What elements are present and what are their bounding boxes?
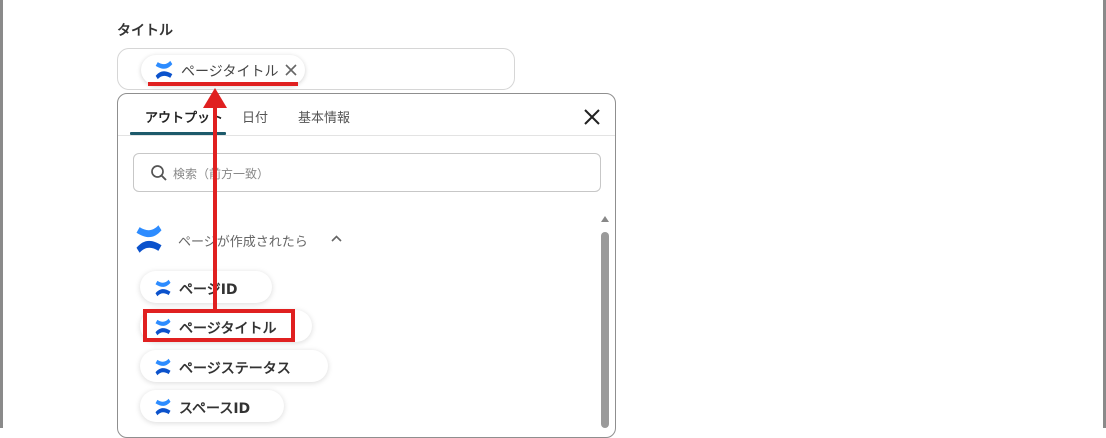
field-label-title: タイトル bbox=[117, 23, 173, 39]
tab-basic-info[interactable]: 基本情報 bbox=[298, 107, 350, 126]
left-border bbox=[0, 0, 3, 428]
scroll-up-icon[interactable] bbox=[600, 215, 610, 223]
chevron-up-icon[interactable] bbox=[330, 233, 343, 245]
variable-picker-panel bbox=[117, 93, 616, 438]
remove-token-icon[interactable] bbox=[283, 62, 299, 78]
tab-date[interactable]: 日付 bbox=[242, 107, 268, 126]
confluence-icon bbox=[155, 60, 173, 80]
annotation-highlight-box bbox=[143, 309, 295, 342]
confluence-icon bbox=[136, 225, 162, 253]
title-token-label: ページタイトル bbox=[181, 64, 279, 80]
search-icon bbox=[151, 165, 167, 181]
confluence-icon bbox=[155, 279, 171, 297]
close-icon[interactable] bbox=[583, 108, 601, 126]
title-token[interactable]: ページタイトル bbox=[141, 55, 305, 85]
output-item-space-id[interactable]: スペースID bbox=[140, 390, 284, 422]
confluence-icon bbox=[155, 358, 171, 376]
scrollbar-thumb[interactable] bbox=[601, 232, 609, 428]
output-item-page-status[interactable]: ページステータス bbox=[140, 350, 328, 382]
annotation-arrow-up-icon bbox=[203, 88, 227, 312]
item-label: スペースID bbox=[179, 401, 251, 417]
group-label[interactable]: ページが作成されたら bbox=[178, 231, 308, 250]
tabs-divider bbox=[118, 135, 615, 136]
confluence-icon bbox=[155, 398, 171, 416]
item-label: ページステータス bbox=[179, 361, 291, 377]
